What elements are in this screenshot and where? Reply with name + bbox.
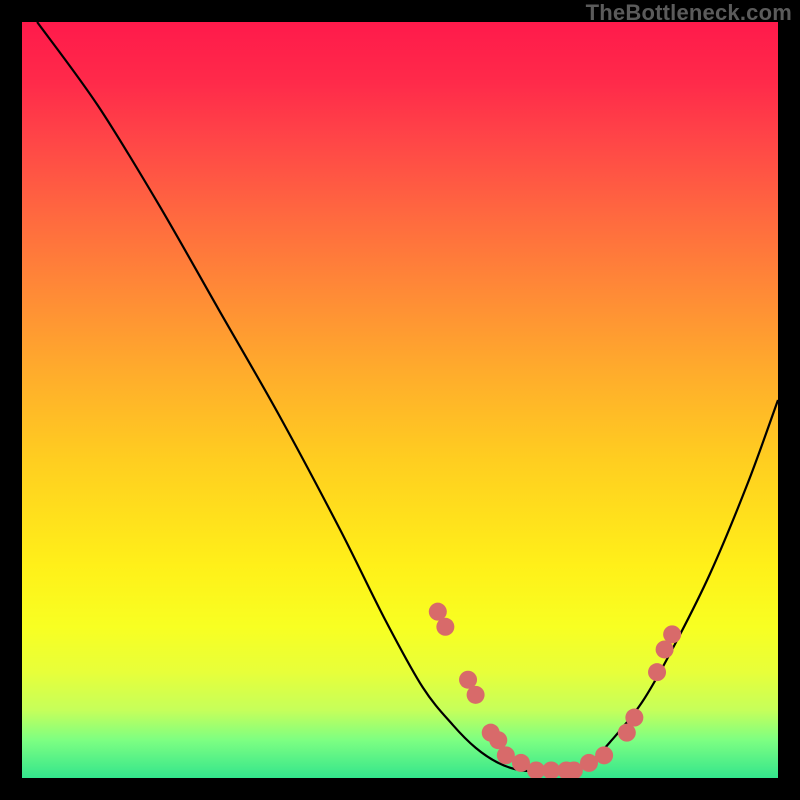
highlight-dot (436, 618, 454, 636)
chart-container: TheBottleneck.com (0, 0, 800, 800)
highlight-dot (648, 663, 666, 681)
chart-svg (22, 22, 778, 778)
highlight-dot (663, 625, 681, 643)
watermark-text: TheBottleneck.com (586, 0, 792, 26)
highlight-dot (595, 746, 613, 764)
highlight-dot (467, 686, 485, 704)
plot-area (22, 22, 778, 778)
highlight-dots-group (429, 603, 681, 778)
highlight-dot (625, 709, 643, 727)
curve-path (37, 22, 778, 771)
